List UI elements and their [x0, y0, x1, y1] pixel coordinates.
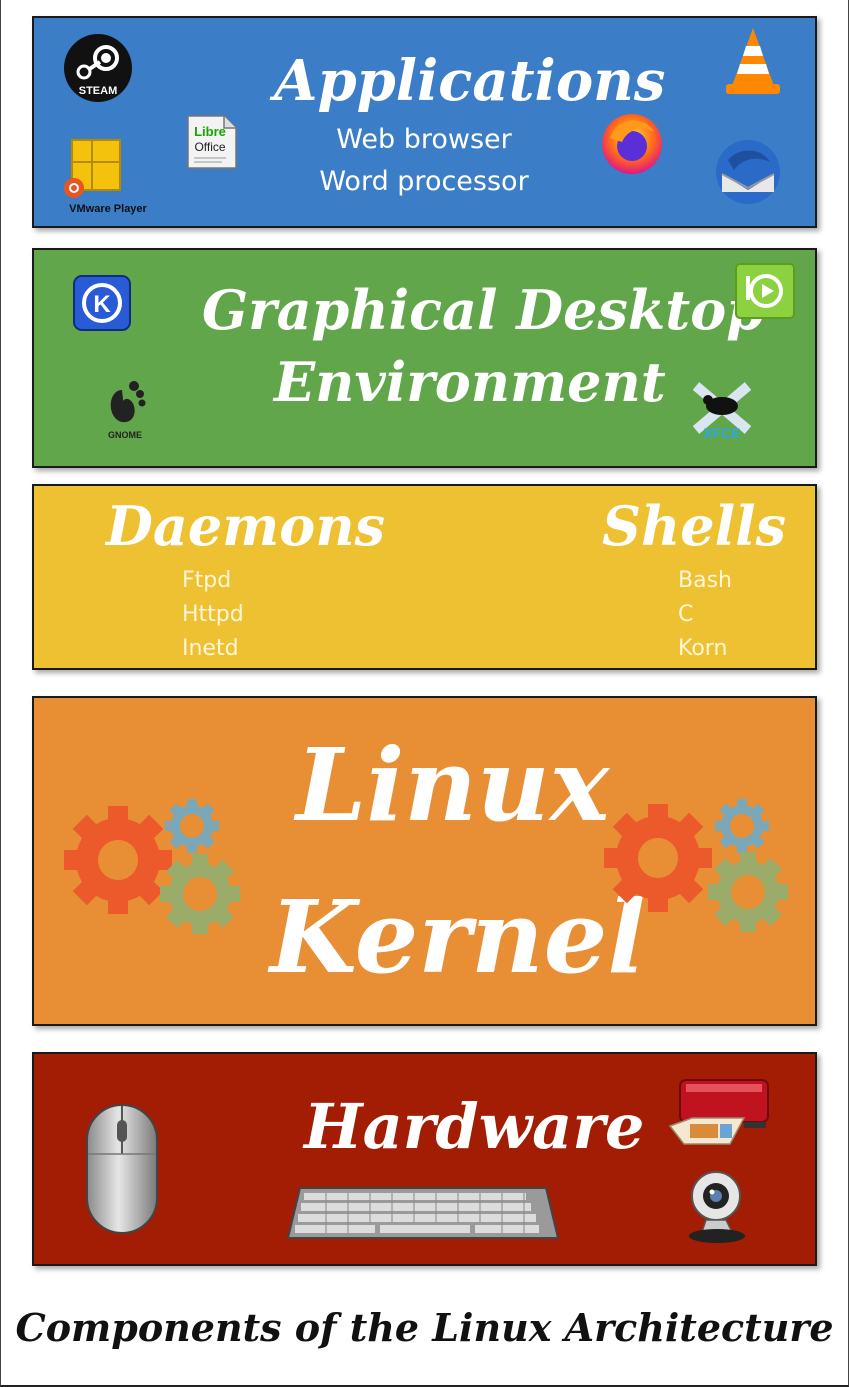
- daemon-item-inetd: Inetd: [182, 636, 239, 661]
- xfce-icon: XFCE: [686, 380, 758, 446]
- daemon-item-ftpd: Ftpd: [182, 568, 232, 593]
- kernel-title-line2: Kernel: [270, 878, 646, 996]
- svg-text:K: K: [93, 291, 111, 318]
- shell-item-c: C: [678, 602, 694, 627]
- desktop-environment-layer: Graphical Desktop Environment K GNOME XF…: [32, 248, 817, 468]
- gnome-icon: GNOME: [100, 378, 150, 446]
- printer-icon: [666, 1074, 778, 1154]
- applications-item-web-browser: Web browser: [336, 124, 512, 155]
- kernel-title-line1: Linux: [296, 726, 610, 844]
- hardware-title: Hardware: [304, 1090, 645, 1163]
- svg-text:GNOME: GNOME: [108, 430, 142, 440]
- keyboard-icon: [286, 1184, 560, 1246]
- svg-text:STEAM: STEAM: [79, 85, 118, 97]
- gear-icon: [58, 798, 248, 952]
- libreoffice-icon: Libre Office: [186, 114, 238, 174]
- thunderbird-icon: [712, 136, 784, 212]
- vmware-icon: VMware Player: [58, 136, 158, 220]
- daemons-title: Daemons: [106, 494, 385, 558]
- svg-text:Office: Office: [194, 140, 225, 154]
- applications-title: Applications: [274, 48, 666, 114]
- svg-text:Libre: Libre: [194, 124, 226, 139]
- kde-icon: K: [72, 274, 132, 336]
- desktop-title-line2: Environment: [274, 350, 666, 414]
- daemon-item-httpd: Httpd: [182, 602, 244, 627]
- desktop-title-line1: Graphical Desktop: [202, 278, 764, 342]
- svg-text:VMware Player: VMware Player: [69, 203, 147, 215]
- svg-text:XFCE: XFCE: [703, 425, 740, 441]
- shell-item-korn: Korn: [678, 636, 728, 661]
- steam-icon: STEAM: [62, 32, 134, 108]
- kernel-layer: Linux Kernel: [32, 696, 817, 1026]
- webcam-icon: [682, 1166, 752, 1250]
- applications-layer: Applications Web browser Word processor …: [32, 16, 817, 228]
- hardware-layer: Hardware: [32, 1052, 817, 1266]
- shell-item-bash: Bash: [678, 568, 732, 593]
- daemons-shells-layer: Daemons Ftpd Httpd Inetd Shells Bash C K…: [32, 484, 817, 670]
- shells-title: Shells: [602, 494, 787, 558]
- firefox-icon: [598, 108, 666, 180]
- gear-icon: [596, 792, 796, 946]
- diagram-caption: Components of the Linux Architecture: [15, 1305, 834, 1350]
- mouse-icon: [84, 1102, 160, 1240]
- vlc-icon: [722, 24, 784, 104]
- applications-item-word-processor: Word processor: [319, 166, 529, 197]
- mint-icon: [734, 262, 796, 324]
